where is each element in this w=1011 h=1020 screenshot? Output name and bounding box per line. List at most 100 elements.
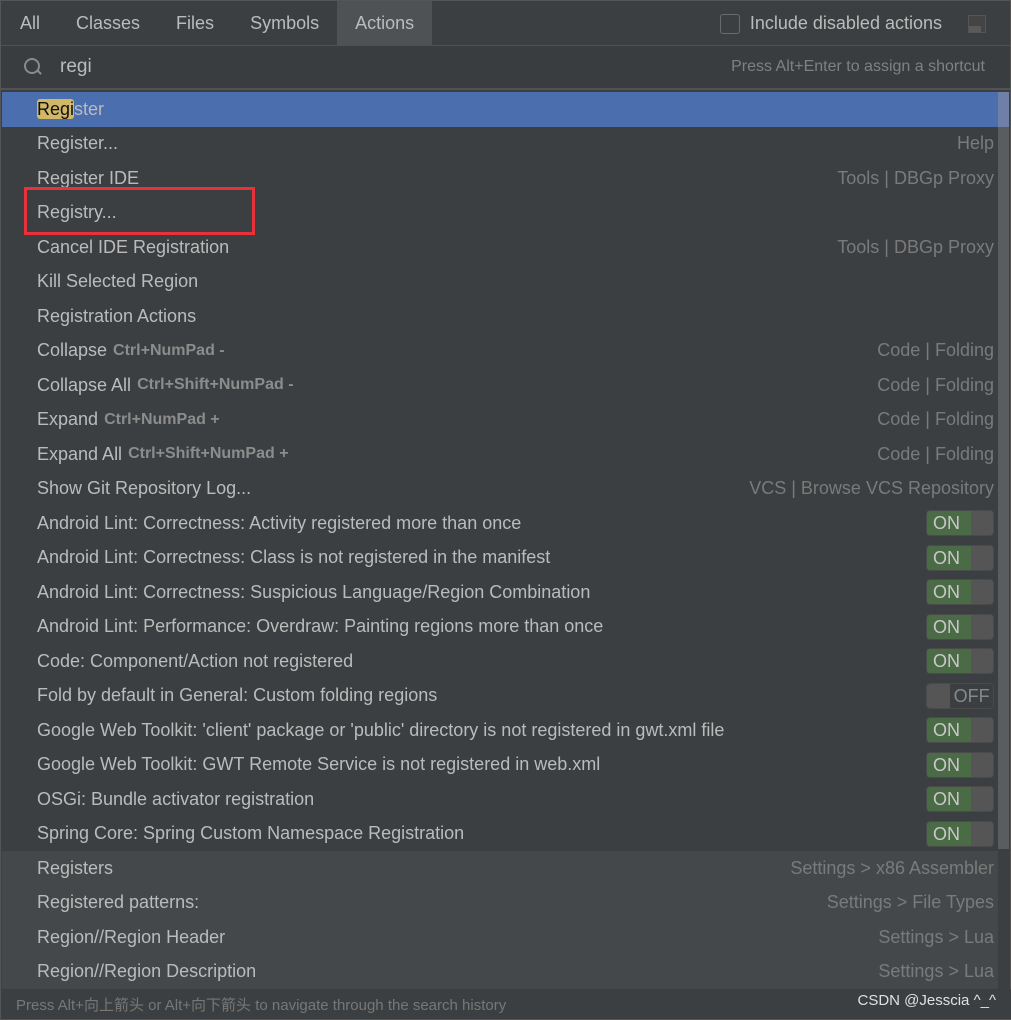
result-row[interactable]: Google Web Toolkit: GWT Remote Service i… xyxy=(2,748,998,783)
search-bar: regi Press Alt+Enter to assign a shortcu… xyxy=(1,46,1010,90)
match-highlight: Regi xyxy=(37,98,75,119)
result-location: Tools | DBGp Proxy xyxy=(837,167,994,188)
result-name: Register... xyxy=(37,133,119,154)
search-icon xyxy=(23,57,43,77)
tab-symbols[interactable]: Symbols xyxy=(232,1,337,45)
result-row[interactable]: Collapse All Ctrl+Shift+NumPad - Code | Fo… xyxy=(2,368,998,403)
result-row[interactable]: Android Lint: Correctness: Class is not … xyxy=(2,541,998,576)
tab-classes[interactable]: Classes xyxy=(58,1,158,45)
toggle-label: ON xyxy=(927,545,971,570)
result-name: Register xyxy=(37,98,105,119)
result-row[interactable]: Expand All Ctrl+Shift+NumPad + Code | Fold… xyxy=(2,437,998,472)
result-row[interactable]: Cancel IDE Registration Tools | DBGp Prox… xyxy=(2,230,998,265)
pin-window-icon[interactable] xyxy=(968,15,986,33)
result-name: Android Lint: Performance: Overdraw: Pai… xyxy=(37,616,604,637)
result-row[interactable]: Google Web Toolkit: 'client' package or … xyxy=(2,713,998,748)
shortcut-label: Ctrl+NumPad + xyxy=(104,410,220,428)
result-row[interactable]: Android Lint: Correctness: Suspicious La… xyxy=(2,575,998,610)
shortcut-label: Ctrl+Shift+NumPad - xyxy=(137,376,294,394)
result-location: Settings > Lua xyxy=(878,961,994,982)
toggle-switch[interactable]: ON xyxy=(926,751,994,778)
tab-all[interactable]: All xyxy=(1,1,58,45)
include-disabled-actions-checkbox[interactable]: Include disabled actions xyxy=(719,13,942,34)
result-name: Kill Selected Region xyxy=(37,271,199,292)
result-name: Android Lint: Correctness: Suspicious La… xyxy=(37,581,591,602)
result-row[interactable]: Android Lint: Correctness: Activity regi… xyxy=(2,506,998,541)
result-name: Android Lint: Correctness: Activity regi… xyxy=(37,512,522,533)
result-row[interactable]: Fold by default in General: Custom foldi… xyxy=(2,679,998,714)
scrollbar[interactable] xyxy=(998,92,1009,849)
tab-actions[interactable]: Actions xyxy=(337,1,433,45)
toggle-label: ON xyxy=(927,821,971,846)
result-name: Fold by default in General: Custom foldi… xyxy=(37,685,438,706)
result-row[interactable]: Expand Ctrl+NumPad + Code | Folding xyxy=(2,403,998,438)
toggle-switch[interactable]: ON xyxy=(926,510,994,537)
toggle-label: ON xyxy=(927,580,971,605)
result-location: Settings > File Types xyxy=(826,892,994,913)
result-row[interactable]: Register xyxy=(2,92,998,127)
toggle-switch[interactable]: OFF xyxy=(926,682,994,709)
include-disabled-label: Include disabled actions xyxy=(749,13,942,33)
annotation-highlight-box xyxy=(24,187,255,235)
toggle-label: ON xyxy=(927,752,971,777)
result-name: Cancel IDE Registration xyxy=(37,236,230,257)
result-name: Show Git Repository Log... xyxy=(37,478,252,499)
result-location: Settings > x86 Assembler xyxy=(790,857,994,878)
result-name: OSGi: Bundle activator registration xyxy=(37,788,315,809)
toggle-label: ON xyxy=(927,614,971,639)
result-location: Code | Folding xyxy=(877,409,994,430)
tab-files[interactable]: Files xyxy=(158,1,232,45)
result-name: Region//Region Description xyxy=(37,961,257,982)
result-name: Registers xyxy=(37,857,114,878)
toggle-switch[interactable]: ON xyxy=(926,786,994,813)
result-row[interactable]: Code: Component/Action not registered ON xyxy=(2,644,998,679)
result-name: Google Web Toolkit: GWT Remote Service i… xyxy=(37,754,601,775)
scrollbar-thumb[interactable] xyxy=(998,92,1009,127)
result-row[interactable]: Collapse Ctrl+NumPad - Code | Folding xyxy=(2,334,998,369)
toggle-switch[interactable]: ON xyxy=(926,544,994,571)
result-row[interactable]: Registered patterns: Settings > File Type… xyxy=(2,885,998,920)
toggle-switch[interactable]: ON xyxy=(926,648,994,675)
result-name: Region//Region Header xyxy=(37,926,226,947)
checkbox-box[interactable] xyxy=(719,13,740,34)
result-row[interactable]: Register... Help xyxy=(2,127,998,162)
result-row[interactable]: Show Git Repository Log... VCS | Browse V… xyxy=(2,472,998,507)
result-row[interactable]: Android Lint: Performance: Overdraw: Pai… xyxy=(2,610,998,645)
toggle-switch[interactable]: ON xyxy=(926,820,994,847)
result-name: Expand xyxy=(37,409,99,430)
toggle-switch[interactable]: ON xyxy=(926,579,994,606)
shortcut-hint: Press Alt+Enter to assign a shortcut xyxy=(731,58,985,75)
result-row[interactable]: Registration Actions xyxy=(2,299,998,334)
result-name: Registered patterns: xyxy=(37,892,200,913)
toggle-label: ON xyxy=(927,787,971,812)
toggle-label: ON xyxy=(927,511,971,536)
toggle-switch[interactable]: ON xyxy=(926,717,994,744)
result-location: Help xyxy=(956,133,994,154)
toggle-label: OFF xyxy=(950,683,993,708)
toggle-switch[interactable]: ON xyxy=(926,613,994,640)
result-location: VCS | Browse VCS Repository xyxy=(749,478,994,499)
watermark: CSDN @Jesscia ^_^ xyxy=(857,992,996,1009)
shortcut-label: Ctrl+Shift+NumPad + xyxy=(128,445,289,463)
search-everywhere-popup: All Classes Files Symbols Actions Include di… xyxy=(0,0,1011,1020)
result-name: Spring Core: Spring Custom Namespace Reg… xyxy=(37,823,465,844)
result-row[interactable]: Region//Region Description Settings > Lua xyxy=(2,954,998,989)
result-row[interactable]: Kill Selected Region xyxy=(2,265,998,300)
result-name: Collapse All xyxy=(37,374,132,395)
result-location: Code | Folding xyxy=(877,443,994,464)
toggle-label: ON xyxy=(927,649,971,674)
result-name: Expand All xyxy=(37,443,123,464)
result-location: Code | Folding xyxy=(877,374,994,395)
shortcut-label: Ctrl+NumPad - xyxy=(113,341,225,359)
result-location: Settings > Lua xyxy=(878,926,994,947)
toggle-knob xyxy=(927,683,951,708)
toggle-label: ON xyxy=(927,718,971,743)
result-name: Android Lint: Correctness: Class is not … xyxy=(37,547,551,568)
result-row[interactable]: Registers Settings > x86 Assembler xyxy=(2,851,998,886)
result-row[interactable]: OSGi: Bundle activator registration ON xyxy=(2,782,998,817)
result-row[interactable]: Spring Core: Spring Custom Namespace Reg… xyxy=(2,817,998,852)
result-location: Code | Folding xyxy=(877,340,994,361)
search-input[interactable]: regi xyxy=(60,56,92,78)
result-name: Code: Component/Action not registered xyxy=(37,650,354,671)
result-row[interactable]: Region//Region Header Settings > Lua xyxy=(2,920,998,955)
